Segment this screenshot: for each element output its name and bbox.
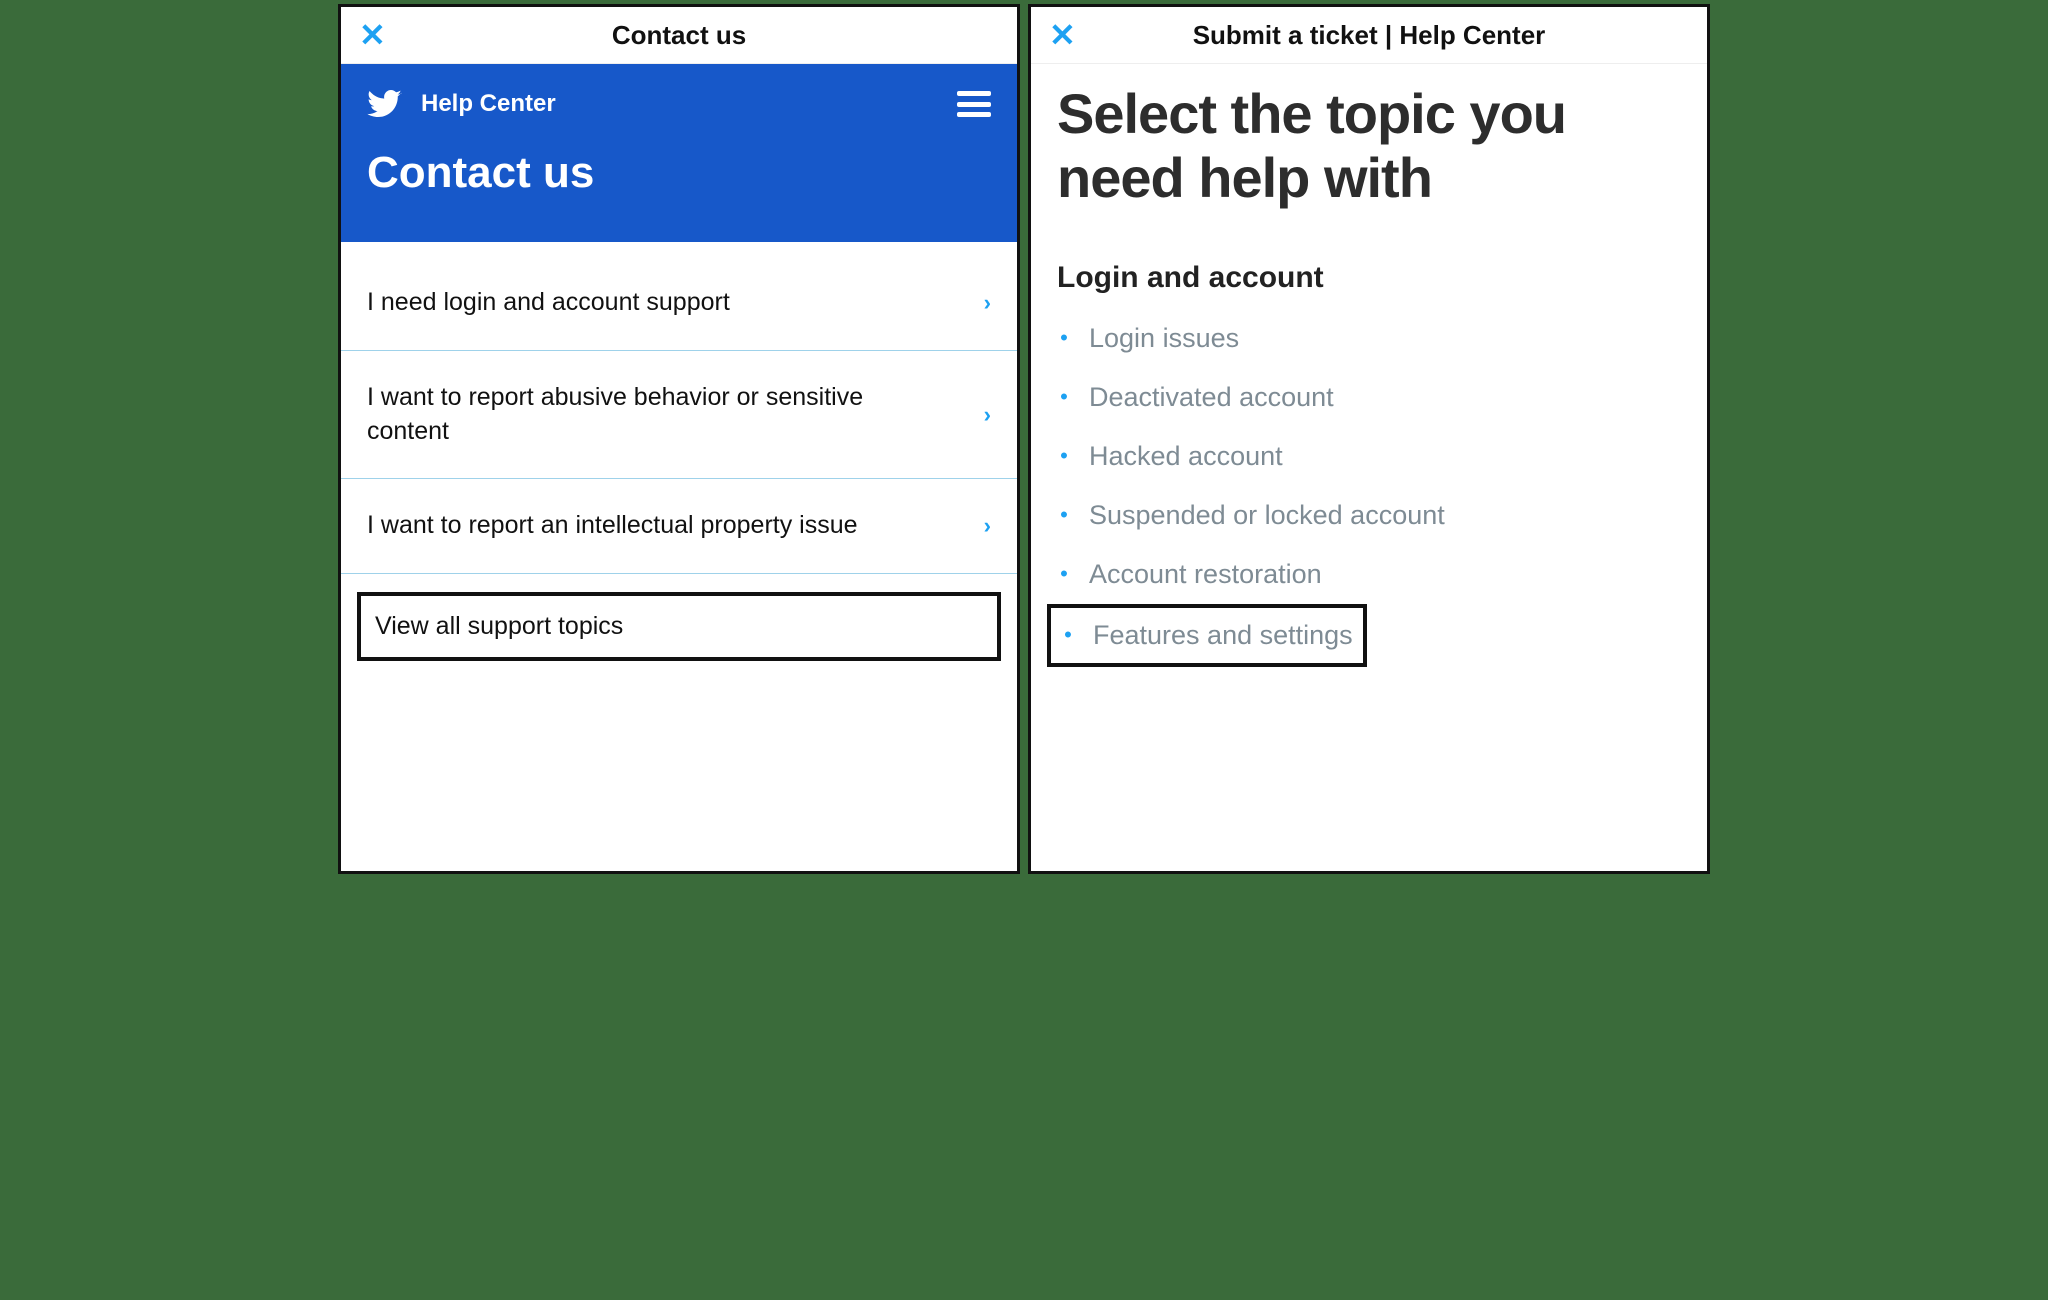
topic-features-settings-highlighted[interactable]: • Features and settings <box>1047 604 1367 667</box>
bullet-icon: • <box>1057 502 1071 528</box>
help-center-header: Help Center Contact us <box>341 64 1017 242</box>
support-options-list: I need login and account support › I wan… <box>341 242 1017 574</box>
topic-label: Hacked account <box>1089 441 1283 472</box>
topic-hacked-account[interactable]: • Hacked account <box>1057 427 1681 486</box>
topic-label: Suspended or locked account <box>1089 500 1445 531</box>
bullet-icon: • <box>1057 561 1071 587</box>
topic-account-restoration[interactable]: • Account restoration <box>1057 545 1681 604</box>
view-all-label: View all support topics <box>375 612 623 640</box>
contact-us-pane: ✕ Contact us Help Center Contact us I ne… <box>338 4 1020 874</box>
titlebar-title: Contact us <box>341 20 1017 51</box>
topic-label: Deactivated account <box>1089 382 1334 413</box>
brand-label: Help Center <box>421 90 556 118</box>
option-label: I need login and account support <box>367 286 730 320</box>
chevron-right-icon: › <box>984 402 991 428</box>
topic-label: Login issues <box>1089 323 1239 354</box>
twitter-bird-icon <box>367 86 403 122</box>
close-icon[interactable]: ✕ <box>1049 19 1076 51</box>
select-topic-heading: Select the topic you need help with <box>1031 64 1707 221</box>
topic-features-settings[interactable]: • Features and settings <box>1061 616 1353 655</box>
titlebar-right: ✕ Submit a ticket | Help Center <box>1031 7 1707 64</box>
section-title-login-account: Login and account <box>1031 221 1707 309</box>
option-report-abuse[interactable]: I want to report abusive behavior or sen… <box>341 351 1017 480</box>
chevron-right-icon: › <box>984 290 991 316</box>
chevron-right-icon: › <box>984 513 991 539</box>
topic-deactivated-account[interactable]: • Deactivated account <box>1057 368 1681 427</box>
topic-label: Account restoration <box>1089 559 1322 590</box>
titlebar-title: Submit a ticket | Help Center <box>1031 20 1707 51</box>
topic-login-issues[interactable]: • Login issues <box>1057 309 1681 368</box>
option-report-ip[interactable]: I want to report an intellectual propert… <box>341 479 1017 574</box>
topic-label: Features and settings <box>1093 620 1353 651</box>
close-icon[interactable]: ✕ <box>359 19 386 51</box>
page-heading: Contact us <box>367 148 991 198</box>
bullet-icon: • <box>1057 325 1071 351</box>
hamburger-menu-icon[interactable] <box>957 91 991 117</box>
option-login-support[interactable]: I need login and account support › <box>341 256 1017 351</box>
option-label: I want to report abusive behavior or sen… <box>367 381 907 449</box>
submit-ticket-pane: ✕ Submit a ticket | Help Center Select t… <box>1028 4 1710 874</box>
bullet-icon: • <box>1057 384 1071 410</box>
titlebar-left: ✕ Contact us <box>341 7 1017 64</box>
topic-list: • Login issues • Deactivated account • H… <box>1031 309 1707 667</box>
bullet-icon: • <box>1057 443 1071 469</box>
option-label: I want to report an intellectual propert… <box>367 509 858 543</box>
view-all-support-topics-button[interactable]: View all support topics <box>357 592 1001 661</box>
brand[interactable]: Help Center <box>367 86 556 122</box>
topic-suspended-locked[interactable]: • Suspended or locked account <box>1057 486 1681 545</box>
bullet-icon: • <box>1061 622 1075 648</box>
